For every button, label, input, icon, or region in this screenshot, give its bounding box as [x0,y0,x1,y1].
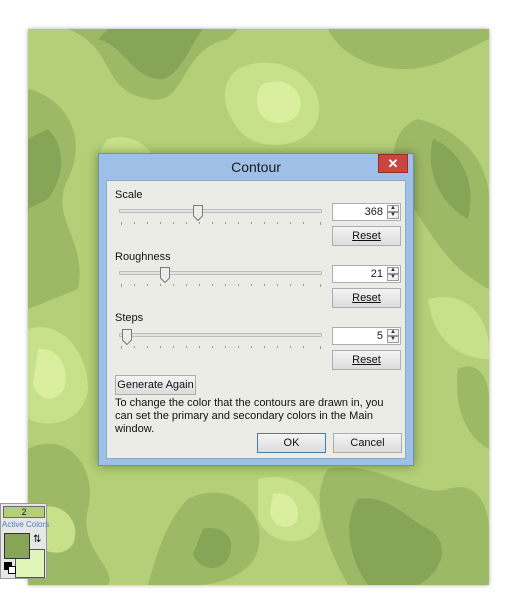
spin-up-icon[interactable]: ▲ [387,267,399,274]
steps-reset-label: Reset [352,354,381,366]
roughness-slider-ticks [121,284,321,287]
steps-slider-thumb[interactable] [122,329,132,345]
roughness-slider-thumb[interactable] [160,267,170,283]
ok-label: OK [283,437,300,449]
spin-up-icon[interactable]: ▲ [387,329,399,336]
primary-color-swatch[interactable] [4,533,30,559]
close-icon: ✕ [387,156,399,171]
roughness-label: Roughness [115,251,171,263]
scale-reset-button[interactable]: Reset [332,226,401,246]
scale-reset-label: Reset [352,230,381,242]
palette-count[interactable]: 2 [3,506,45,518]
steps-spin-arrows[interactable]: ▲ ▼ [387,329,399,343]
roughness-value: 21 [370,268,383,280]
steps-slider-track[interactable] [119,333,322,337]
swap-arrows-icon[interactable]: ⇅ [33,534,41,545]
roughness-reset-label: Reset [352,292,381,304]
steps-slider-ticks [121,346,321,349]
close-button[interactable]: ✕ [378,154,408,173]
steps-label: Steps [115,312,144,324]
ok-button[interactable]: OK [257,433,326,453]
scale-slider-ticks [121,222,321,225]
roughness-spin-arrows[interactable]: ▲ ▼ [387,267,399,281]
roughness-reset-button[interactable]: Reset [332,288,401,308]
scale-spinbox[interactable]: 368 ▲ ▼ [332,203,401,221]
dialog-titlebar[interactable]: Contour ✕ [99,154,413,180]
info-text: To change the color that the contours ar… [115,397,384,435]
cancel-label: Cancel [350,437,385,449]
generate-again-label: Generate Again [117,379,194,391]
dialog-client-area: Scale 368 ▲ ▼ Reset Roughness 21 ▲ ▼ Res… [106,180,406,459]
generate-again-button[interactable]: Generate Again [115,375,196,395]
palette-caption: Active Colors [2,520,50,529]
scale-slider-thumb[interactable] [193,205,203,221]
spin-down-icon[interactable]: ▼ [387,336,399,343]
steps-spinbox[interactable]: 5 ▲ ▼ [332,327,401,345]
scale-spin-arrows[interactable]: ▲ ▼ [387,205,399,219]
scale-label: Scale [115,189,143,201]
steps-reset-button[interactable]: Reset [332,350,401,370]
palette-widget: 2 Active Colors ⇅ [0,503,50,579]
spin-down-icon[interactable]: ▼ [387,212,399,219]
contour-dialog: Contour ✕ Scale 368 ▲ ▼ Reset Roughness [98,153,414,466]
spin-up-icon[interactable]: ▲ [387,205,399,212]
roughness-spinbox[interactable]: 21 ▲ ▼ [332,265,401,283]
scale-slider-track[interactable] [119,209,322,213]
reset-colors-icon[interactable] [4,562,16,574]
cancel-button[interactable]: Cancel [333,433,402,453]
scale-value: 368 [364,206,383,218]
spin-down-icon[interactable]: ▼ [387,274,399,281]
roughness-slider-track[interactable] [119,271,322,275]
dialog-title: Contour [231,159,281,175]
steps-value: 5 [376,330,383,342]
